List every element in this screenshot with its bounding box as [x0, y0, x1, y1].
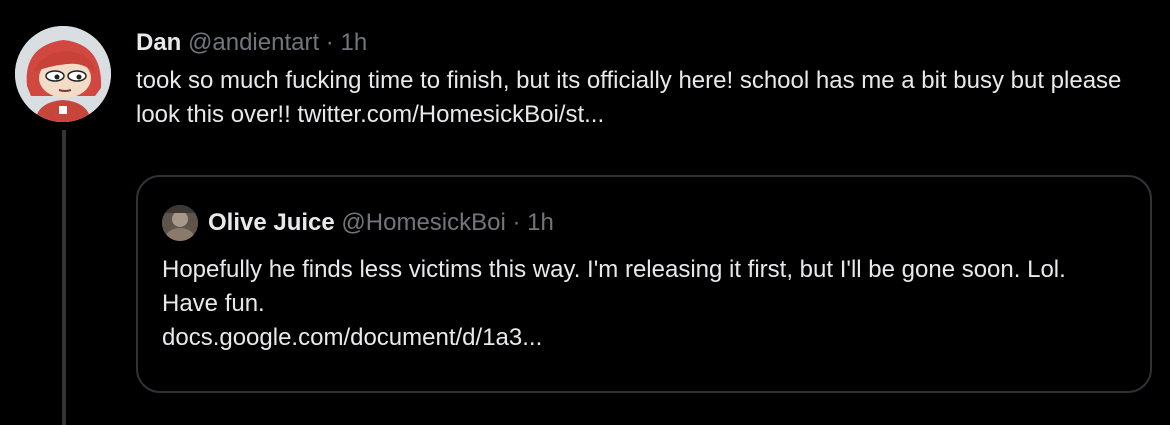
photo-avatar-icon	[162, 205, 198, 241]
quoted-tweet-header: Olive Juice @HomesickBoi · 1h	[162, 205, 554, 241]
tweet-content: Dan @andientart · 1h took so much fuckin…	[136, 26, 1146, 132]
shirt-emblem-icon	[59, 106, 67, 114]
quoted-author-name: Olive Juice	[208, 209, 335, 236]
thread-line	[62, 130, 66, 425]
quoted-tweet-time: 1h	[527, 209, 554, 236]
tweet[interactable]: Dan @andientart · 1h took so much fuckin…	[0, 0, 1170, 425]
tweet-time[interactable]: 1h	[340, 29, 367, 56]
author-avatar[interactable]	[15, 26, 111, 122]
quoted-author-handle: @HomesickBoi	[341, 209, 506, 236]
quoted-tweet-text: Hopefully he finds less victims this way…	[162, 253, 1122, 355]
quoted-tweet-link[interactable]: docs.google.com/document/d/1a3...	[162, 324, 542, 351]
author-handle[interactable]: @andientart	[188, 29, 319, 56]
quoted-author-avatar	[162, 205, 198, 241]
meta-separator: ·	[325, 29, 334, 56]
quoted-meta-separator: ·	[512, 209, 521, 236]
tweet-text: took so much fucking time to finish, but…	[136, 64, 1146, 132]
quoted-tweet-text-body: Hopefully he finds less victims this way…	[162, 256, 1066, 317]
tweet-header: Dan @andientart · 1h	[136, 26, 1146, 60]
author-name[interactable]: Dan	[136, 29, 181, 56]
cartoon-avatar-icon	[15, 26, 111, 122]
tweet-text-body: took so much fucking time to finish, but…	[136, 67, 1122, 128]
tweet-link[interactable]: twitter.com/HomesickBoi/st...	[297, 101, 604, 128]
quoted-tweet-card[interactable]: Olive Juice @HomesickBoi · 1h Hopefully …	[136, 175, 1152, 393]
